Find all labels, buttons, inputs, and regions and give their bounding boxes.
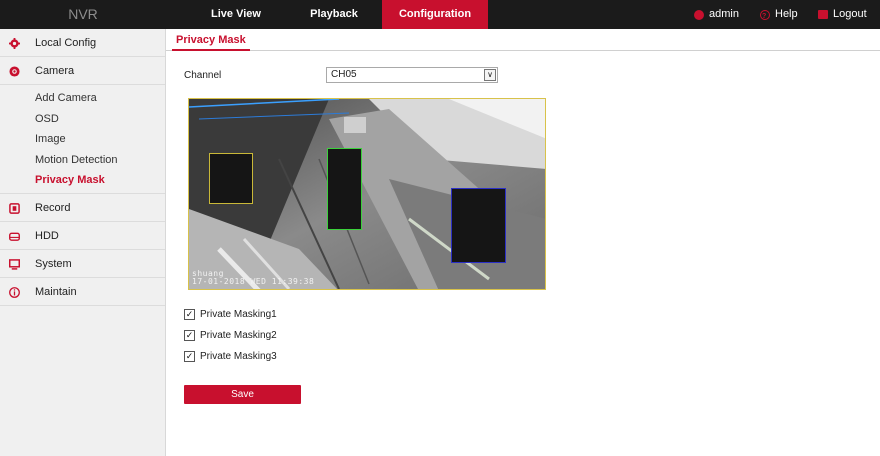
info-icon — [9, 286, 20, 298]
hdd-icon — [9, 232, 20, 241]
privacy-mask-1[interactable] — [209, 153, 253, 204]
video-preview[interactable]: shuang 17-01-2018 WED 11:39:38 — [188, 98, 546, 290]
tab-privacy-mask[interactable]: Privacy Mask — [172, 29, 250, 51]
privacy-mask-3[interactable] — [451, 188, 506, 263]
sidebar-item-label: Camera — [35, 65, 75, 77]
sidebar-subitem-add-camera[interactable]: Add Camera — [0, 88, 165, 109]
nav-configuration[interactable]: Configuration — [382, 0, 488, 29]
user-menu[interactable]: admin — [694, 0, 739, 29]
sidebar-item-label: System — [35, 257, 72, 270]
osd-overlay: shuang 17-01-2018 WED 11:39:38 — [192, 270, 314, 286]
private-masking-2-label: Private Masking2 — [200, 330, 277, 341]
sidebar-item-hdd[interactable]: HDD — [0, 222, 165, 250]
sidebar-subitem-image[interactable]: Image — [0, 129, 165, 150]
monitor-icon — [9, 258, 20, 270]
camera-icon — [9, 66, 20, 77]
sidebar-subitem-motion-detection[interactable]: Motion Detection — [0, 150, 165, 171]
brand-logo: NVR — [68, 6, 98, 22]
nav-playback[interactable]: Playback — [303, 0, 365, 29]
private-masking-1-row[interactable]: ✓ Private Masking1 — [184, 308, 277, 321]
sidebar-item-system[interactable]: System — [0, 250, 165, 278]
private-masking-2-row[interactable]: ✓ Private Masking2 — [184, 329, 277, 342]
sidebar-item-record[interactable]: Record — [0, 194, 165, 222]
gear-icon — [9, 38, 20, 49]
user-name: admin — [709, 8, 739, 20]
sidebar-item-label: Maintain — [35, 285, 77, 298]
private-masking-2-checkbox[interactable]: ✓ — [184, 330, 195, 341]
camera-submenu: Add Camera OSD Image Motion Detection Pr… — [0, 85, 165, 194]
osd-datetime: 17-01-2018 WED 11:39:38 — [192, 277, 315, 286]
help-icon — [760, 2, 770, 31]
sidebar-item-label: Record — [35, 201, 71, 214]
sidebar-item-label: HDD — [35, 229, 59, 242]
privacy-mask-2[interactable] — [327, 148, 362, 230]
user-icon — [694, 9, 704, 20]
record-icon — [9, 202, 20, 214]
private-masking-3-row[interactable]: ✓ Private Masking3 — [184, 350, 277, 363]
nav-live-view[interactable]: Live View — [204, 0, 268, 29]
sidebar: Local Config Camera Add Camera OSD Image… — [0, 29, 166, 456]
private-masking-1-label: Private Masking1 — [200, 309, 277, 320]
channel-value: CH05 — [331, 69, 357, 80]
sidebar-item-camera[interactable]: Camera — [0, 57, 165, 85]
help-link[interactable]: Help — [760, 0, 798, 31]
sidebar-item-label: Local Config — [35, 37, 97, 49]
private-masking-3-label: Private Masking3 — [200, 351, 277, 362]
private-masking-3-checkbox[interactable]: ✓ — [184, 351, 195, 362]
private-masking-1-checkbox[interactable]: ✓ — [184, 309, 195, 320]
sidebar-item-maintain[interactable]: Maintain — [0, 278, 165, 306]
sidebar-subitem-osd[interactable]: OSD — [0, 109, 165, 130]
sidebar-item-local-config[interactable]: Local Config — [0, 29, 165, 57]
logout-label: Logout — [833, 8, 867, 20]
help-label: Help — [775, 8, 798, 20]
tab-bar: Privacy Mask — [166, 29, 880, 51]
logout-link[interactable]: Logout — [818, 0, 867, 29]
channel-label: Channel — [184, 70, 222, 81]
channel-select[interactable]: CH05 ∨ — [326, 67, 498, 83]
top-bar: NVR Live View Playback Configuration adm… — [0, 0, 880, 31]
logout-icon — [818, 10, 828, 19]
save-button[interactable]: Save — [184, 385, 301, 404]
sidebar-subitem-privacy-mask[interactable]: Privacy Mask — [0, 170, 165, 191]
chevron-down-icon[interactable]: ∨ — [484, 69, 496, 81]
